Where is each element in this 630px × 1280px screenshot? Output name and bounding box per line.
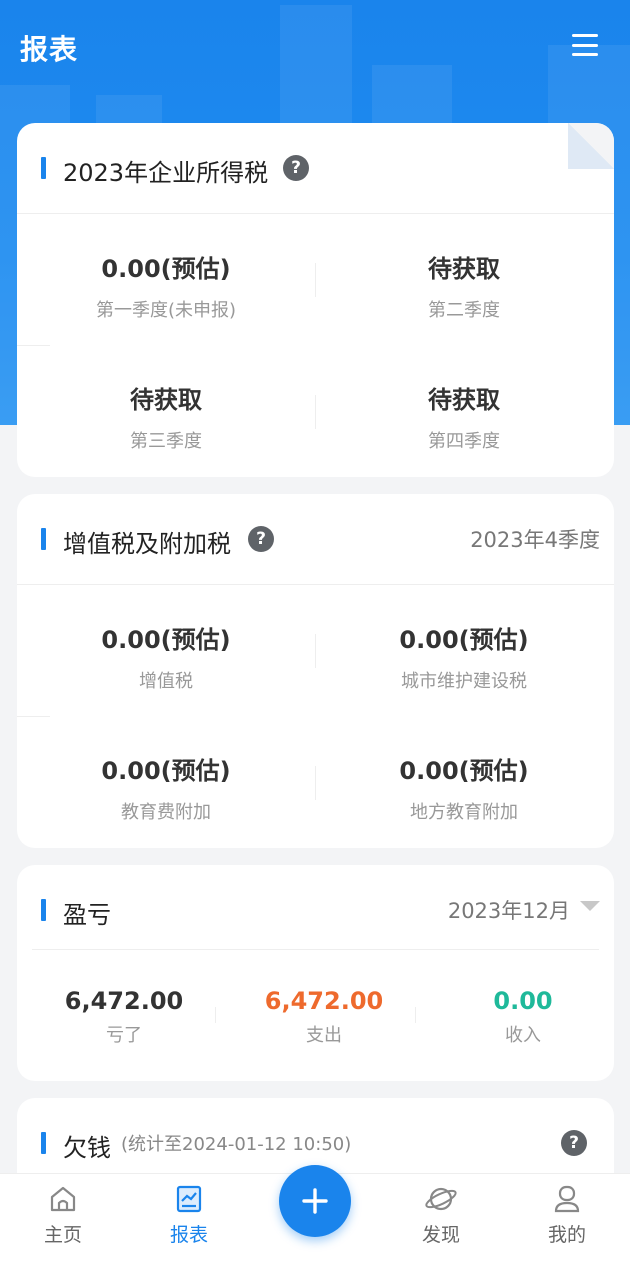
nav-report-label: 报表 [169,1224,208,1246]
city-tax-label: 城市维护建设税 [401,671,527,692]
nav-home[interactable]: 主页 [13,1174,113,1254]
help-icon[interactable]: ? [248,526,274,552]
page-title: 报表 [20,33,79,66]
vat-label: 增值税 [139,671,193,692]
pl-expense[interactable]: 6,472.00 支出 [224,987,424,1047]
nav-discover-label: 发现 [421,1224,460,1246]
pl-expense-label: 支出 [306,1025,342,1046]
pl-loss-value: 6,472.00 [64,987,184,1015]
planet-icon [391,1174,491,1214]
city-tax-item[interactable]: 0.00(预估) 城市维护建设税 [315,620,613,693]
nav-mine[interactable]: 我的 [517,1174,617,1254]
pl-period-select[interactable]: 2023年12月 [448,895,570,925]
report-icon [139,1174,239,1214]
cit-q3-value: 待获取 [130,386,202,414]
cit-q3-label: 第三季度 [130,431,202,452]
local-edu-value: 0.00(预估) [399,757,529,785]
title-accent-bar [41,1132,46,1154]
report-page: 报表 2023年企业所得税 ? 0.00(预估) 第一季度(未申报) 待获取 第… [0,0,630,1280]
plus-icon [302,1188,328,1214]
nav-home-label: 主页 [43,1224,82,1246]
vat-value: 0.00(预估) [101,626,231,654]
cit-q1[interactable]: 0.00(预估) 第一季度(未申报) [17,249,315,322]
city-tax-value: 0.00(预估) [399,626,529,654]
debt-title: 欠钱 [63,1134,111,1162]
cit-q2-value: 待获取 [428,255,500,283]
chevron-down-icon[interactable] [580,901,600,911]
pl-expense-value: 6,472.00 [264,987,384,1015]
pl-income[interactable]: 0.00 收入 [423,987,614,1047]
cit-q1-value: 0.00(预估) [101,255,231,283]
help-icon[interactable]: ? [283,155,309,181]
local-edu-label: 地方教育附加 [410,802,518,823]
home-icon [13,1174,113,1214]
edu-surcharge-item[interactable]: 0.00(预估) 教育费附加 [17,751,315,824]
menu-icon[interactable] [572,34,598,56]
pl-loss[interactable]: 6,472.00 亏了 [24,987,224,1047]
pl-card: 盈亏 2023年12月 6,472.00 亏了 6,472.00 支出 0.00… [17,865,614,1081]
title-accent-bar [41,157,46,179]
nav-report[interactable]: 报表 [139,1174,239,1254]
vat-title: 增值税及附加税 [63,530,231,558]
pl-loss-label: 亏了 [106,1025,142,1046]
user-icon [517,1174,617,1214]
debt-note: (统计至2024-01-12 10:50) [121,1134,352,1155]
help-icon[interactable]: ? [561,1130,587,1156]
cit-q4[interactable]: 待获取 第四季度 [315,380,613,453]
title-accent-bar [41,899,46,921]
pl-income-label: 收入 [505,1025,541,1046]
cit-card: 2023年企业所得税 ? 0.00(预估) 第一季度(未申报) 待获取 第二季度… [17,123,614,477]
cit-q1-label: 第一季度(未申报) [95,300,237,321]
cit-q4-value: 待获取 [428,386,500,414]
vat-card: 增值税及附加税 ? 2023年4季度 0.00(预估) 增值税 0.00(预估)… [17,494,614,848]
cit-title: 2023年企业所得税 [63,159,269,187]
cit-q2-label: 第二季度 [428,300,500,321]
add-button[interactable] [279,1165,351,1237]
cit-q2[interactable]: 待获取 第二季度 [315,249,613,322]
vat-item[interactable]: 0.00(预估) 增值税 [17,620,315,693]
edu-surcharge-value: 0.00(预估) [101,757,231,785]
cit-q3[interactable]: 待获取 第三季度 [17,380,315,453]
title-accent-bar [41,528,46,550]
nav-discover[interactable]: 发现 [391,1174,491,1254]
nav-mine-label: 我的 [547,1224,586,1246]
pl-title: 盈亏 [63,901,111,929]
cit-q4-label: 第四季度 [428,431,500,452]
pl-income-value: 0.00 [493,987,553,1015]
vat-period: 2023年4季度 [470,528,600,552]
edu-surcharge-label: 教育费附加 [121,802,211,823]
local-edu-item[interactable]: 0.00(预估) 地方教育附加 [315,751,613,824]
